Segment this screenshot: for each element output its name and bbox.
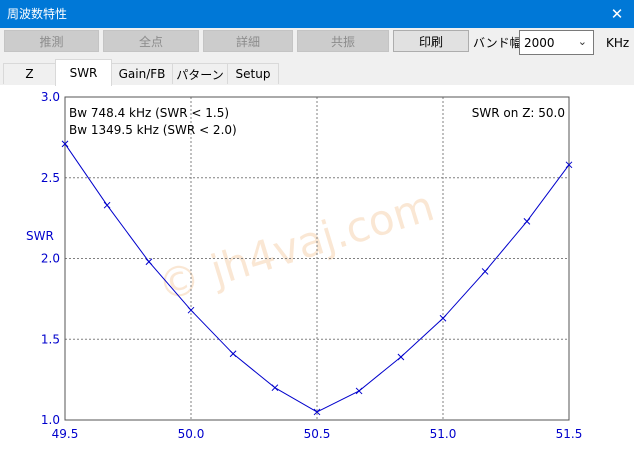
swr-reference-annotation: SWR on Z: 50.0: [472, 106, 565, 120]
data-point: [439, 314, 447, 322]
watermark: © jh4vaj.com: [152, 181, 440, 311]
data-point: [355, 387, 363, 395]
x-tick-label: 50.5: [304, 427, 331, 441]
unit-label: KHz: [606, 36, 630, 50]
estimate-button[interactable]: 推測: [4, 30, 99, 52]
swr-panel: © jh4vaj.com 49.5 50.0 50.5 51.0 51.5 1.0 1.5 2…: [0, 85, 634, 454]
close-icon[interactable]: ✕: [600, 0, 634, 28]
tab-pattern[interactable]: パターン: [172, 63, 228, 84]
x-tick-label: 51.5: [556, 427, 583, 441]
data-point: [187, 306, 195, 314]
y-axis-label: SWR: [26, 229, 54, 243]
all-points-button[interactable]: 全点: [103, 30, 199, 52]
tab-setup[interactable]: Setup: [227, 63, 279, 84]
x-tick-label: 51.0: [430, 427, 457, 441]
data-point: [145, 258, 153, 266]
data-point: [481, 268, 489, 275]
title-bar: 周波数特性 ✕: [0, 0, 634, 28]
chevron-down-icon: ⌄: [577, 35, 587, 48]
swr-chart: © jh4vaj.com 49.5 50.0 50.5 51.0 51.5 1.0 1.5 2…: [26, 90, 583, 441]
tab-swr[interactable]: SWR: [55, 59, 112, 86]
tab-z[interactable]: Z: [3, 63, 56, 84]
tab-gain-fb[interactable]: Gain/FB: [111, 63, 173, 84]
bandwidth-label: バンド幅: [473, 36, 522, 50]
data-point: [271, 384, 279, 392]
data-point: [229, 350, 237, 358]
resonance-button[interactable]: 共振: [297, 30, 389, 52]
data-point: [103, 201, 111, 209]
x-tick-label: 50.0: [178, 427, 205, 441]
x-tick-label: 49.5: [52, 427, 79, 441]
y-tick-label: 1.0: [41, 413, 60, 427]
bandwidth-select[interactable]: 2000 ⌄: [519, 30, 594, 55]
y-tick-label: 1.5: [41, 332, 60, 346]
bandwidth-value: 2000: [524, 36, 555, 50]
y-tick-label: 2.5: [41, 171, 60, 185]
y-tick-label: 3.0: [41, 90, 60, 104]
y-tick-label: 2.0: [41, 252, 60, 266]
bandwidth-annotation-2: Bw 1349.5 kHz (SWR < 2.0): [69, 123, 237, 137]
window-title: 周波数特性: [7, 7, 68, 21]
data-point: [397, 353, 405, 361]
details-button[interactable]: 詳細: [203, 30, 293, 52]
print-button[interactable]: 印刷: [393, 30, 469, 52]
bandwidth-annotation-1: Bw 748.4 kHz (SWR < 1.5): [69, 106, 229, 120]
data-point: [523, 218, 531, 225]
